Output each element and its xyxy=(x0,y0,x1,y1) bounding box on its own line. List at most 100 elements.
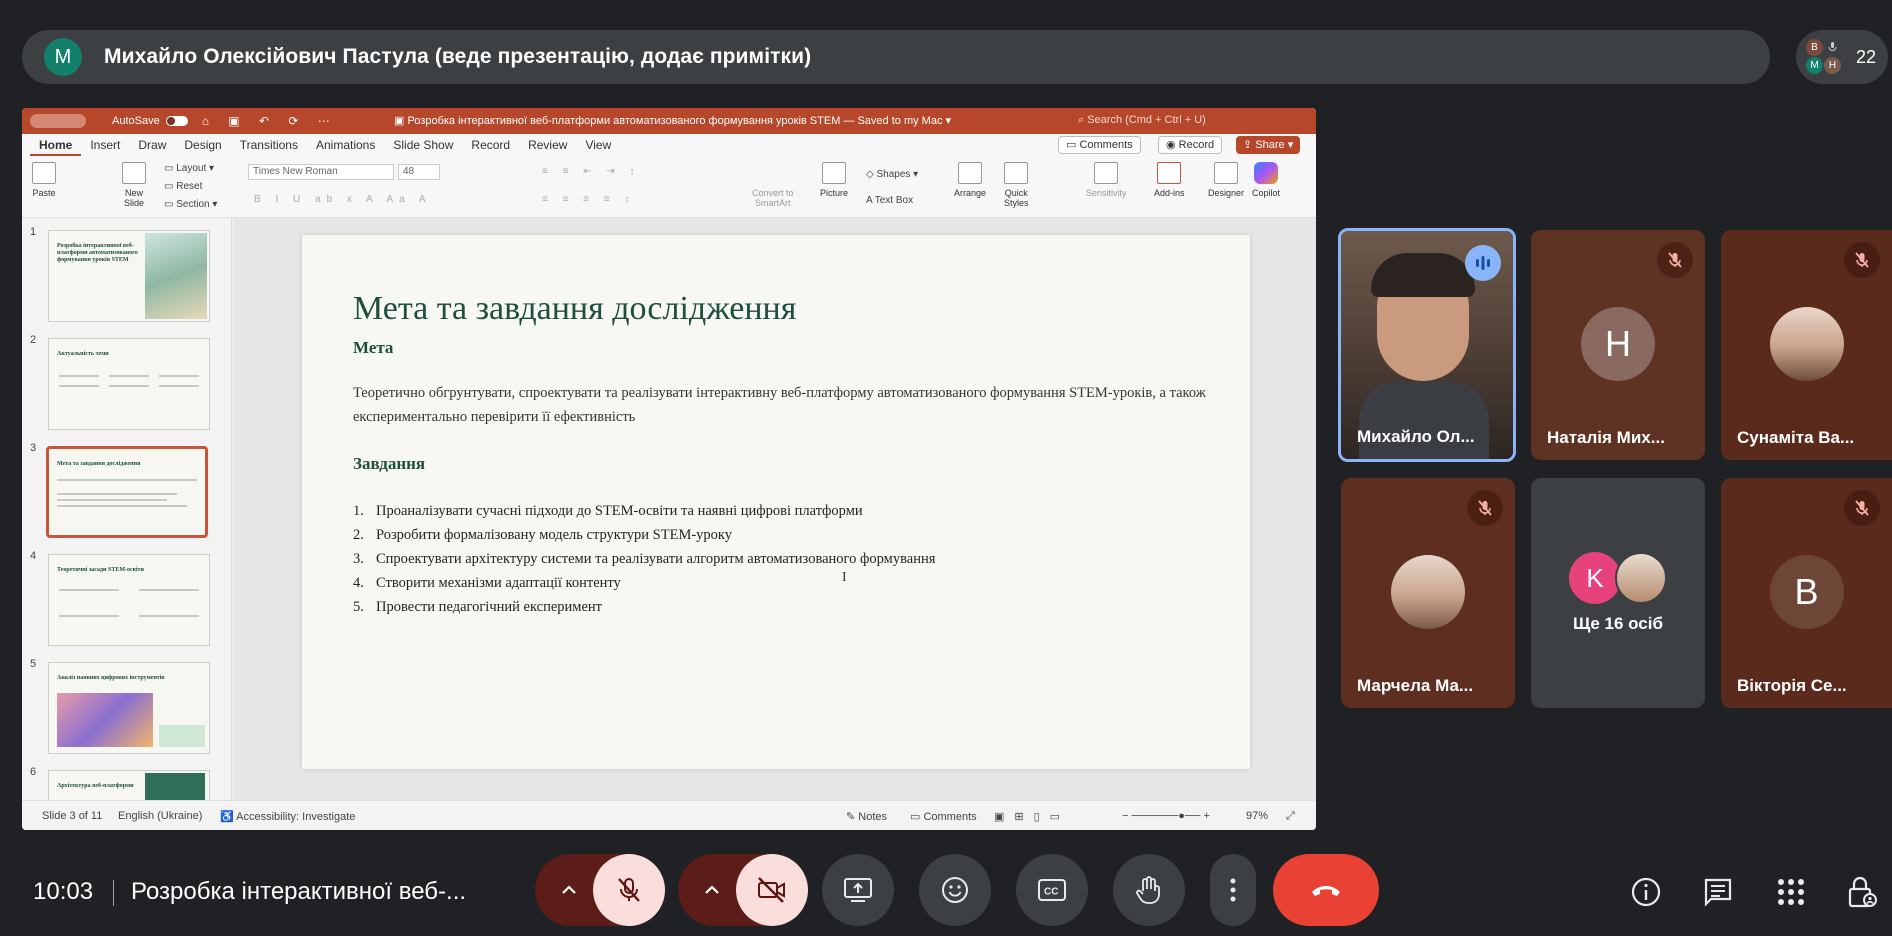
share-button[interactable]: ⇪ Share ▾ xyxy=(1236,136,1301,154)
slide-editor[interactable]: Мета та завдання дослідження Мета Теорет… xyxy=(234,218,1316,800)
notes-button[interactable]: ✎ Notes xyxy=(846,810,887,823)
view-switcher[interactable]: ▣⊞▯▭ xyxy=(994,810,1070,823)
window-controls[interactable] xyxy=(30,114,86,128)
host-controls-button[interactable] xyxy=(1844,874,1880,910)
slide-thumbnail[interactable]: Розробка інтерактивної веб-платформи авт… xyxy=(48,230,210,322)
participant-tile[interactable]: Сунаміта Ва... xyxy=(1721,230,1892,460)
picture-icon xyxy=(822,162,846,184)
tab-slide-show[interactable]: Slide Show xyxy=(384,134,462,156)
font-size-select[interactable]: 48 xyxy=(398,164,440,180)
participant-name: Марчела Ма... xyxy=(1357,676,1474,695)
goal-text[interactable]: Теоретично обгрунтувати, спроектувати та… xyxy=(353,381,1213,429)
more-participants-tile[interactable]: K Ще 16 осіб xyxy=(1531,478,1705,708)
font-family-select[interactable]: Times New Roman xyxy=(248,164,394,180)
slide-thumbnail[interactable]: Аналіз наявних цифрових інструментів xyxy=(48,662,210,754)
leave-call-button[interactable] xyxy=(1273,854,1379,926)
layout-button[interactable]: ▭ Layout ▾ xyxy=(164,160,217,178)
align-icons[interactable]: ≡ ≡ ≡ ≡ ↕ xyxy=(542,194,635,205)
chat-button[interactable] xyxy=(1700,874,1736,910)
new-slide-button[interactable]: New Slide xyxy=(122,162,146,208)
camera-toggle-button[interactable] xyxy=(736,854,808,926)
participant-name: Михайло Ол... xyxy=(1357,427,1475,446)
avatar-photo xyxy=(1769,307,1844,381)
autosave-toggle[interactable] xyxy=(165,116,188,126)
tab-home[interactable]: Home xyxy=(30,134,82,156)
tab-animations[interactable]: Animations xyxy=(307,134,384,156)
tab-draw[interactable]: Draw xyxy=(129,134,175,156)
presenter-label: Михайло Олексійович Пастула (веде презен… xyxy=(104,45,812,68)
tab-insert[interactable]: Insert xyxy=(81,134,129,156)
meeting-details-button[interactable] xyxy=(1628,874,1664,910)
accessibility-status[interactable]: ♿ Accessibility: Investigate xyxy=(220,810,355,823)
thumbnail-title: Актуальність теми xyxy=(57,351,109,357)
audio-options-button[interactable] xyxy=(539,854,599,926)
paste-button[interactable]: Paste xyxy=(32,162,56,198)
more-options-button[interactable] xyxy=(1210,854,1256,926)
record-button[interactable]: ◉ Record xyxy=(1158,136,1223,154)
participant-tile[interactable]: Н Наталія Мих... xyxy=(1531,230,1705,460)
slide-thumbnail[interactable]: Теоретичні засади STEM-освіти xyxy=(48,554,210,646)
participant-name: Вікторія Се... xyxy=(1737,676,1847,695)
copilot-button[interactable]: Copilot xyxy=(1252,162,1280,198)
record-icon: ◉ xyxy=(1166,139,1179,151)
participant-tile[interactable]: В Вікторія Се... xyxy=(1721,478,1892,708)
autosave-label: AutoSave xyxy=(112,115,160,127)
tab-design[interactable]: Design xyxy=(175,134,230,156)
status-comments-button[interactable]: ▭ Comments xyxy=(910,810,977,823)
zoom-level[interactable]: 97% xyxy=(1246,810,1268,822)
slide-thumbnail[interactable]: Актуальність теми xyxy=(48,338,210,430)
paragraph-icons[interactable]: ≡ ≡ ⇤ ⇥ ↕ xyxy=(542,166,641,177)
hand-icon xyxy=(1136,876,1160,904)
language-status[interactable]: English (Ukraine) xyxy=(118,810,202,822)
reset-button[interactable]: ▭ Reset xyxy=(164,178,217,196)
video-options-button[interactable] xyxy=(682,854,742,926)
participant-tile[interactable]: Марчела Ма... xyxy=(1341,478,1515,708)
participant-tile-speaker[interactable]: Михайло Ол... xyxy=(1338,228,1516,462)
mini-avatar: M xyxy=(1806,57,1823,74)
slide-thumbnail-selected[interactable]: Мета та завдання дослідження xyxy=(46,446,208,538)
tab-record[interactable]: Record xyxy=(462,134,519,156)
slide-group: ▭ Layout ▾ ▭ Reset ▭ Section ▾ xyxy=(164,160,217,214)
addins-button[interactable]: Add-ins xyxy=(1154,162,1185,198)
mic-toggle-button[interactable] xyxy=(593,854,665,926)
activities-button[interactable] xyxy=(1773,874,1809,910)
goal-heading[interactable]: Мета xyxy=(353,338,393,358)
present-button[interactable] xyxy=(822,854,894,926)
search-icon: ⌕ xyxy=(1078,114,1088,126)
quick-styles-button[interactable]: Quick Styles xyxy=(1004,162,1029,208)
list-item: 3. Спроектувати архітектуру системи та ре… xyxy=(353,551,936,567)
list-item: 4. Створити механізми адаптації контенту xyxy=(353,575,621,591)
shapes-button[interactable]: ◇ Shapes ▾ xyxy=(866,162,918,188)
raise-hand-button[interactable] xyxy=(1113,854,1185,926)
comment-icon: ▭ xyxy=(910,811,924,823)
text-box-button[interactable]: A Text Box xyxy=(866,188,918,214)
zoom-slider[interactable]: − ──────●── + xyxy=(1122,810,1210,822)
tasks-list[interactable]: 1. Проаналізувати сучасні підходи до STEM… xyxy=(353,499,935,619)
tab-transitions[interactable]: Transitions xyxy=(231,134,307,156)
section-button[interactable]: ▭ Section ▾ xyxy=(164,196,217,214)
tasks-heading[interactable]: Завдання xyxy=(353,454,425,474)
sensitivity-button[interactable]: Sensitivity xyxy=(1086,162,1127,198)
picture-button[interactable]: Picture xyxy=(820,162,848,198)
speaking-indicator-icon xyxy=(1465,245,1501,281)
designer-button[interactable]: Designer xyxy=(1208,162,1244,198)
participants-count-button[interactable]: B M H 22 xyxy=(1796,30,1888,84)
tab-review[interactable]: Review xyxy=(519,134,576,156)
fit-slide-icon[interactable]: ⤢ xyxy=(1286,810,1295,823)
arrange-button[interactable]: Arrange xyxy=(954,162,986,198)
current-slide[interactable]: Мета та завдання дослідження Мета Теорет… xyxy=(302,235,1250,769)
reactions-button[interactable] xyxy=(919,854,991,926)
quick-access-icons[interactable]: ⌂ ▣ ↶ ⟳ ⋯ xyxy=(202,114,338,128)
format-icons[interactable]: B I U ab x A Aa A xyxy=(254,194,432,205)
captions-button[interactable]: CC xyxy=(1016,854,1088,926)
slide-title[interactable]: Мета та завдання дослідження xyxy=(353,290,796,328)
ribbon-tabs: Home Insert Draw Design Transitions Anim… xyxy=(22,134,1316,156)
comments-button[interactable]: ▭ Comments xyxy=(1058,136,1141,154)
captions-icon: CC xyxy=(1038,879,1066,901)
slide-thumbnail[interactable]: Архітектура веб-платформи xyxy=(48,770,210,800)
ppt-search[interactable]: ⌕ Search (Cmd + Ctrl + U) xyxy=(1078,114,1206,127)
tab-view[interactable]: View xyxy=(576,134,620,156)
sensitivity-icon xyxy=(1094,162,1119,184)
thumbnail-number: 2 xyxy=(30,334,37,346)
convert-smartart-button[interactable]: Convert to SmartArt xyxy=(752,186,794,208)
